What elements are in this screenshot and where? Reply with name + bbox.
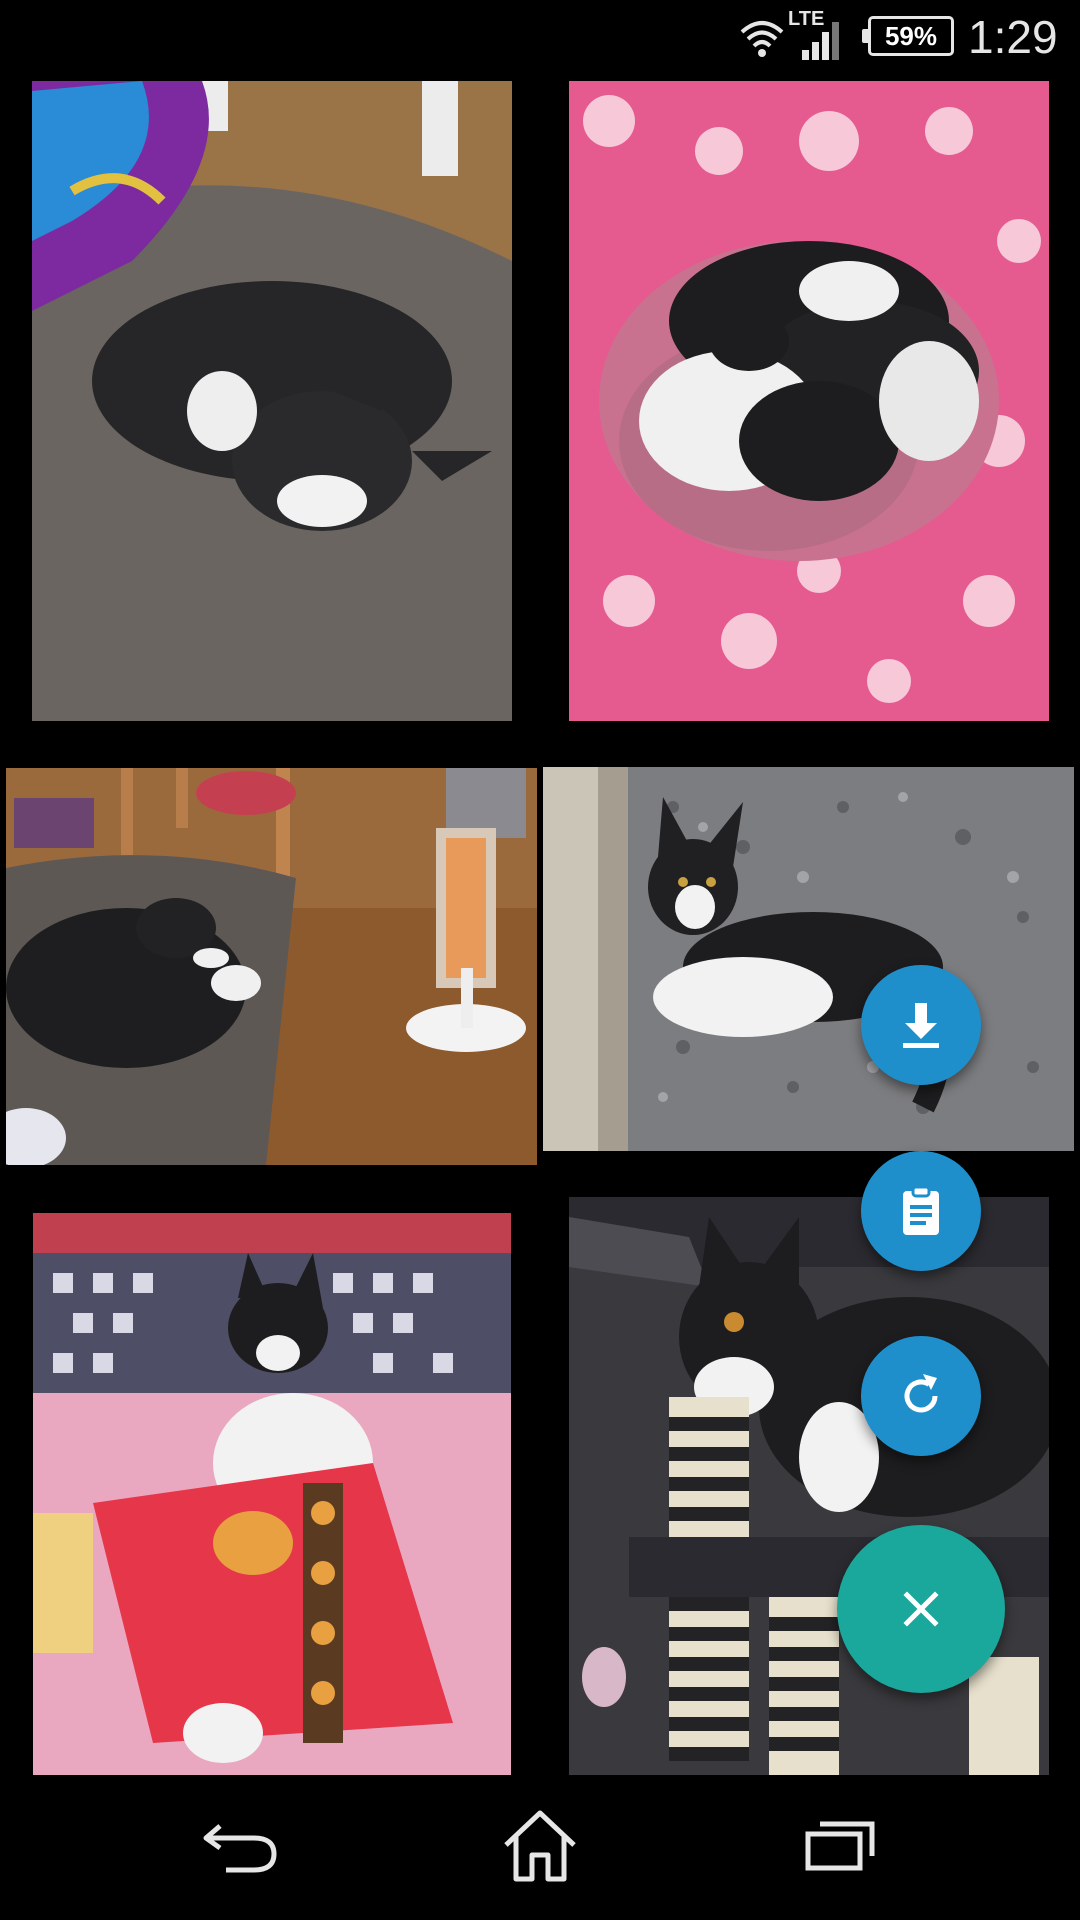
photo-cat-on-cushion-near-heater[interactable] <box>6 768 537 1165</box>
battery-icon: 59% <box>862 16 954 56</box>
download-icon <box>903 1003 939 1048</box>
photo-kittens-in-pink-basket[interactable] <box>569 81 1049 721</box>
signal-icon <box>802 22 839 60</box>
recents-icon <box>805 1821 875 1871</box>
back-button[interactable] <box>192 1796 292 1896</box>
close-icon <box>903 1591 939 1627</box>
clipboard-icon <box>903 1185 939 1235</box>
status-bar: LTE 59% 1:29 <box>0 0 1080 78</box>
navigation-bar <box>0 1776 1080 1920</box>
photo-cat-on-scratching-post[interactable] <box>569 1197 1049 1775</box>
clipboard-button[interactable] <box>861 1151 981 1271</box>
photo-cat-sleeping-on-cushion[interactable] <box>32 81 512 721</box>
home-button[interactable] <box>490 1796 590 1896</box>
wifi-icon <box>740 21 784 57</box>
photo-kitten-on-gravel[interactable] <box>543 767 1074 1151</box>
recents-button[interactable] <box>790 1796 890 1896</box>
back-icon <box>203 1824 277 1873</box>
photo-cat-under-red-towel[interactable] <box>33 1213 511 1775</box>
home-icon <box>504 1810 576 1882</box>
refresh-button[interactable] <box>861 1336 981 1456</box>
clock: 1:29 <box>968 11 1058 63</box>
close-button[interactable] <box>837 1525 1005 1693</box>
battery-level: 59% <box>884 20 938 51</box>
refresh-icon <box>904 1374 938 1413</box>
download-button[interactable] <box>861 965 981 1085</box>
